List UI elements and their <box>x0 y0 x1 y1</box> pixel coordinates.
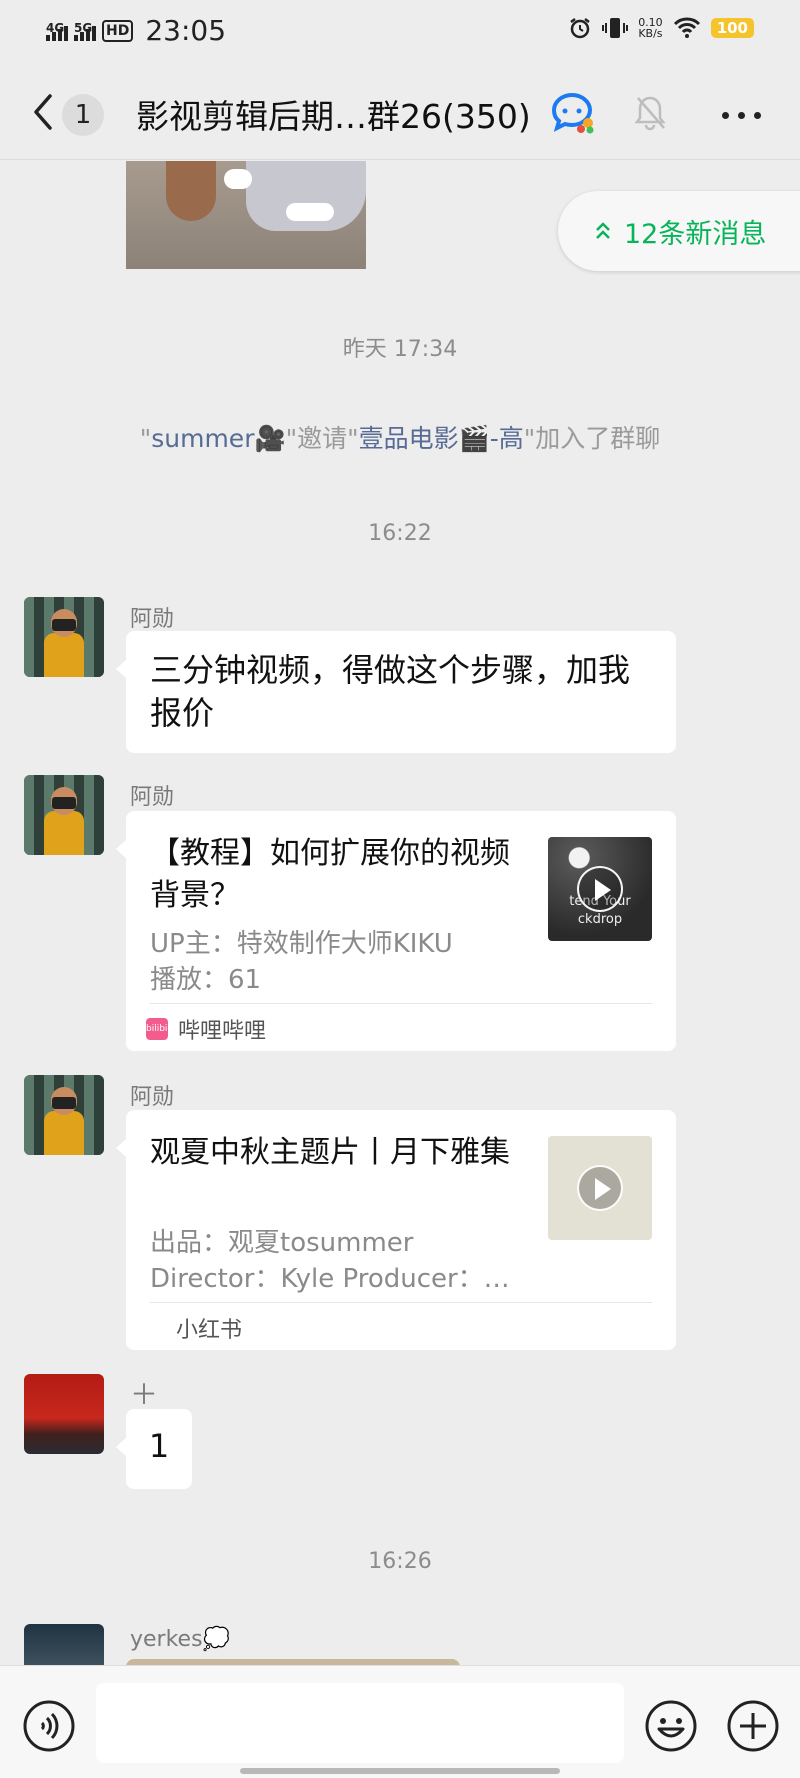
vibrate-icon <box>602 18 629 38</box>
avatar[interactable] <box>24 1075 104 1155</box>
message-text: 三分钟视频，得做这个步骤，加我报价 <box>150 651 631 732</box>
sticker-image[interactable] <box>126 161 366 269</box>
chat-header: 1 影视剪辑后期…群26(350) <box>0 62 800 160</box>
avatar[interactable] <box>24 1624 104 1665</box>
network-speed: 0.10 KB/s <box>638 16 663 40</box>
message-bubble[interactable]: 1 <box>116 1409 192 1489</box>
status-bar: 4G 5G HD 23:05 0.10 KB/s 100 <box>0 0 800 62</box>
inviter-name[interactable]: summer🎥 <box>151 424 285 453</box>
message-text: 1 <box>148 1427 170 1465</box>
avatar[interactable] <box>24 775 104 855</box>
clock: 23:05 <box>145 14 227 47</box>
timestamp: 昨天 17:34 <box>342 337 458 362</box>
message-bubble[interactable]: 三分钟视频，得做这个步骤，加我报价 <box>116 631 676 753</box>
card-title: 观夏中秋主题片丨月下雅集 <box>150 1135 510 1170</box>
invitee-name[interactable]: 壹品电影🎬-高 <box>359 424 524 453</box>
timestamp: 16:26 <box>368 1549 432 1574</box>
avatar[interactable] <box>24 597 104 677</box>
link-card-bilibili[interactable]: 【教程】如何扩展你的视频背景？ UP主：特效制作大师KIKU 播放：61 ten… <box>116 811 676 1051</box>
card-play-count: 播放：61 <box>150 965 262 995</box>
card-source: bilibili 哔哩哔哩 <box>146 1018 267 1044</box>
system-message: "summer🎥"邀请"壹品电影🎬-高"加入了群聊 <box>139 424 661 453</box>
voice-icon[interactable] <box>22 1699 76 1753</box>
link-card-xiaohongshu[interactable]: 观夏中秋主题片丨月下雅集 出品：观夏tosummer Director：Kyle… <box>116 1110 676 1350</box>
card-producer: 出品：观夏tosummer <box>150 1228 414 1258</box>
play-icon <box>577 866 623 912</box>
new-messages-label: 12条新消息 <box>624 218 767 250</box>
cellular-signal-icon: 4G <box>46 21 68 41</box>
input-bar <box>0 1665 800 1778</box>
sender-name: 阿勋 <box>130 1085 175 1110</box>
avatar[interactable] <box>24 1374 104 1454</box>
card-title: 【教程】如何扩展你的视频背景？ <box>150 836 510 913</box>
double-chevron-up-icon <box>596 222 610 239</box>
sender-name: ＋ <box>130 1378 159 1411</box>
hd-voice-badge: HD <box>102 19 134 42</box>
bilibili-logo-icon: bilibili <box>146 1018 172 1040</box>
sender-name: yerkes💭 <box>130 1627 230 1652</box>
new-messages-button[interactable]: 12条新消息 <box>558 191 800 271</box>
sender-name: 阿勋 <box>130 607 175 632</box>
emoji-icon[interactable] <box>644 1699 698 1753</box>
play-icon <box>577 1165 623 1211</box>
unread-count-badge[interactable]: 1 <box>62 94 104 136</box>
sender-name: 阿勋 <box>130 785 175 810</box>
home-indicator[interactable] <box>240 1768 560 1774</box>
chat-title[interactable]: 影视剪辑后期…群26(350) <box>136 90 531 138</box>
alarm-icon <box>570 18 590 39</box>
more-horizontal-icon[interactable] <box>722 112 761 119</box>
card-uploader: UP主：特效制作大师KIKU <box>150 929 453 959</box>
bell-off-icon[interactable] <box>634 94 666 132</box>
card-thumbnail: tend Your ckdrop <box>548 837 652 941</box>
card-source: 小红书 <box>176 1318 243 1343</box>
chat-bubble-color-icon[interactable] <box>550 92 596 134</box>
message-input[interactable] <box>96 1683 624 1763</box>
network-type-2: 5G <box>74 20 93 35</box>
cellular-signal-icon: 5G <box>74 21 96 41</box>
timestamp: 16:22 <box>368 521 432 546</box>
battery-indicator: 100 <box>710 18 754 38</box>
plus-circle-icon[interactable] <box>726 1699 780 1753</box>
message-list[interactable]: 12条新消息 昨天 17:34 "summer🎥"邀请"壹品电影🎬-高"加入了群… <box>0 161 800 1665</box>
chevron-left-icon[interactable] <box>30 90 56 134</box>
card-credits: Director：Kyle Producer：… <box>150 1264 510 1294</box>
network-type-1: 4G <box>46 20 65 35</box>
card-thumbnail <box>548 1136 652 1240</box>
wifi-icon <box>673 17 700 38</box>
